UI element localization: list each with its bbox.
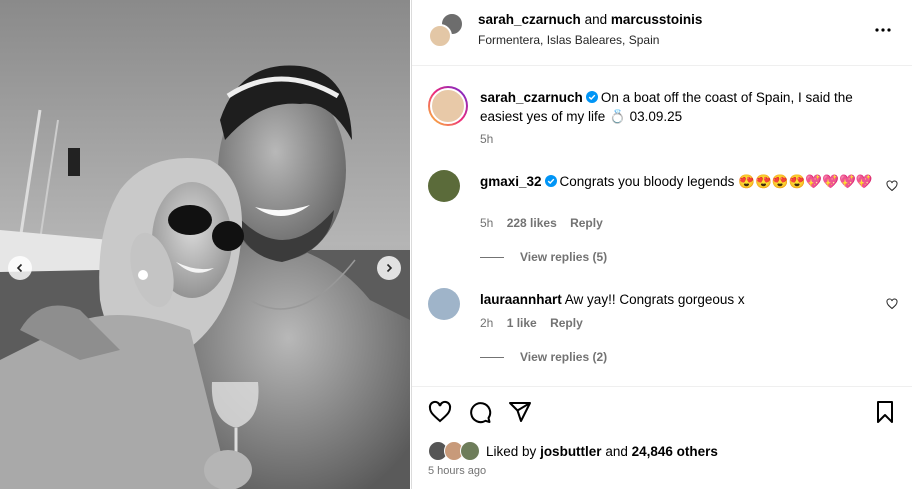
comment: lauraannhart Aw yay!! Congrats gorgeous …: [428, 288, 898, 368]
post-photo: [0, 0, 410, 489]
verified-icon: [544, 175, 557, 187]
caption-date: 03.09.25: [629, 109, 683, 124]
comment-text: lauraannhart Aw yay!! Congrats gorgeous …: [480, 290, 880, 309]
comment-time: 5h: [480, 216, 494, 230]
post-authors: sarah_czarnuch and marcusstoinis: [478, 12, 702, 27]
avatar[interactable]: [428, 86, 468, 126]
author-username[interactable]: sarah_czarnuch: [478, 12, 581, 27]
comment: gmaxi_32 Congrats you bloody legends 😍😍😍😍…: [428, 170, 898, 270]
caption: sarah_czarnuch On a boat off the coast of…: [428, 86, 898, 146]
author-and: and: [584, 12, 608, 27]
post-side-panel: sarah_czarnuch and marcusstoinis Forment…: [411, 0, 912, 489]
coauthor-username[interactable]: marcusstoinis: [611, 12, 703, 27]
chevron-left-icon: [16, 263, 23, 273]
avatar[interactable]: [428, 170, 460, 202]
comment-username[interactable]: gmaxi_32: [480, 174, 542, 189]
like-comment-icon[interactable]: [886, 298, 898, 310]
post-location[interactable]: Formentera, Islas Baleares, Spain: [478, 33, 659, 47]
comment-meta: 2h 1 like Reply: [480, 316, 593, 330]
liked-by-avatars[interactable]: [428, 441, 482, 461]
comment-meta: 5h 228 likes Reply: [480, 216, 613, 230]
like-comment-icon[interactable]: [886, 180, 898, 192]
avatar[interactable]: [428, 24, 452, 48]
comment-body: Congrats you bloody legends: [559, 174, 735, 189]
post-timestamp[interactable]: 5 hours ago: [428, 465, 486, 477]
view-replies-button[interactable]: View replies (2): [480, 350, 607, 364]
likes-summary: Liked by josbuttler and 24,846 others: [428, 440, 718, 462]
caption-time: 5h: [480, 132, 494, 146]
comment-likes[interactable]: 228 likes: [507, 216, 557, 230]
divider: [480, 356, 504, 358]
share-icon[interactable]: [508, 400, 532, 424]
verified-icon: [585, 91, 598, 103]
liked-by-prefix: Liked by: [486, 443, 537, 459]
liked-by-and: and: [605, 443, 628, 459]
comment-body: Aw yay!! Congrats gorgeous x: [564, 292, 745, 307]
collab-avatars[interactable]: [428, 12, 464, 48]
bookmark-icon[interactable]: [873, 400, 897, 424]
view-replies-label: View replies (5): [520, 250, 608, 264]
comment-username[interactable]: lauraannhart: [480, 292, 562, 307]
carousel-previous-button[interactable]: [8, 256, 32, 280]
photo-illustration: [0, 0, 410, 489]
divider: [412, 386, 912, 387]
comment-text: gmaxi_32 Congrats you bloody legends 😍😍😍😍…: [480, 172, 880, 191]
comment-time: 2h: [480, 316, 494, 330]
view-replies-label: View replies (2): [520, 350, 608, 364]
caption-meta: 5h: [480, 132, 503, 146]
like-icon[interactable]: [428, 400, 452, 424]
reply-button[interactable]: Reply: [550, 316, 583, 330]
post-header: sarah_czarnuch and marcusstoinis Forment…: [412, 0, 912, 66]
comment-icon[interactable]: [468, 400, 492, 424]
comment-likes[interactable]: 1 like: [507, 316, 537, 330]
divider: [480, 256, 504, 258]
chevron-right-icon: [386, 263, 393, 273]
liked-by-username[interactable]: josbuttler: [540, 444, 602, 459]
ring-emoji: 💍: [609, 109, 626, 124]
carousel-next-button[interactable]: [377, 256, 401, 280]
caption-text: sarah_czarnuch On a boat off the coast of…: [480, 88, 880, 126]
reply-button[interactable]: Reply: [570, 216, 603, 230]
caption-username[interactable]: sarah_czarnuch: [480, 90, 583, 105]
view-replies-button[interactable]: View replies (5): [480, 250, 607, 264]
more-options-icon[interactable]: [873, 20, 893, 40]
avatar[interactable]: [428, 288, 460, 320]
avatar: [460, 441, 480, 461]
liked-by-others[interactable]: 24,846 others: [632, 444, 718, 459]
comment-emojis: 😍😍😍😍💖💖💖💖: [738, 174, 873, 189]
